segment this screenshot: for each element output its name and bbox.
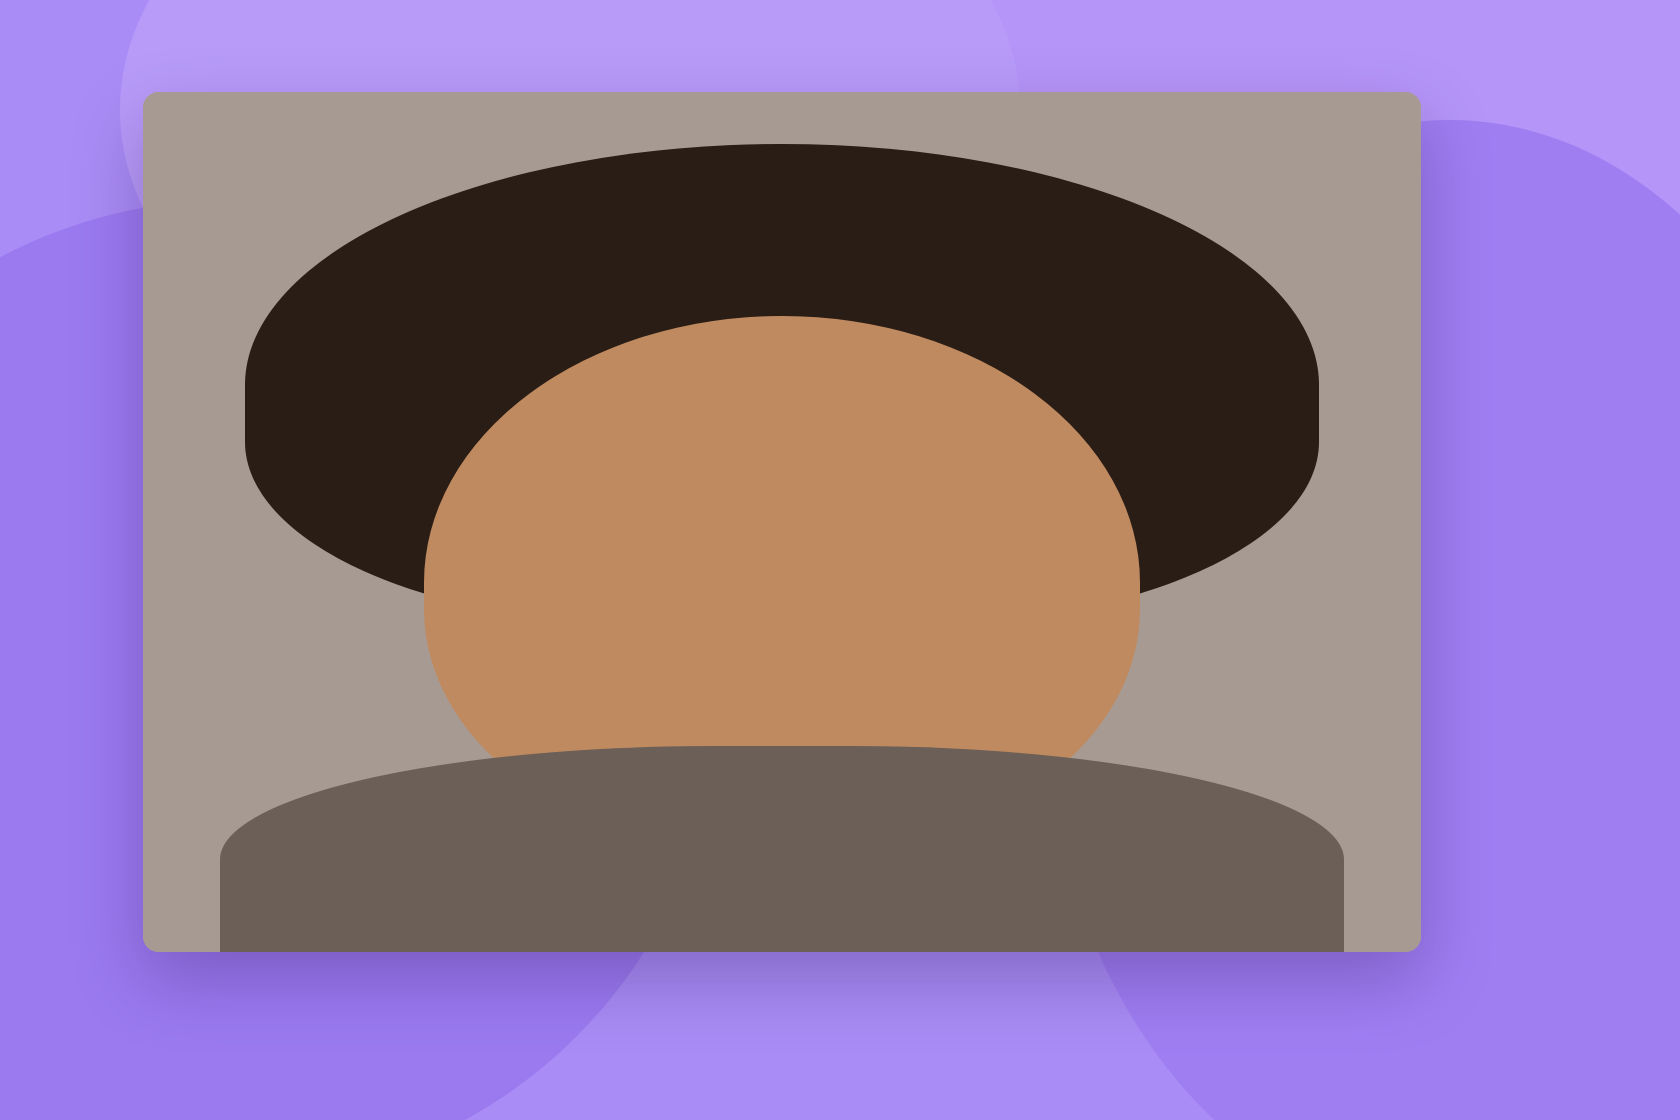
goal-card-list: Accelerate employee training on new syst… <box>143 92 1421 952</box>
general-info-panel: General info Raphaela Edwards Goals 3 o <box>143 92 1421 952</box>
avatar <box>143 92 1421 952</box>
modal-window: d. Performance Review Q3 ACTIVE Settings… <box>143 92 1421 952</box>
avatar-stack <box>143 92 1421 952</box>
goal-meta: +12 moreON TRACK <box>143 92 1421 952</box>
goal-card[interactable]: Accelerate employee training on new syst… <box>143 92 1421 952</box>
